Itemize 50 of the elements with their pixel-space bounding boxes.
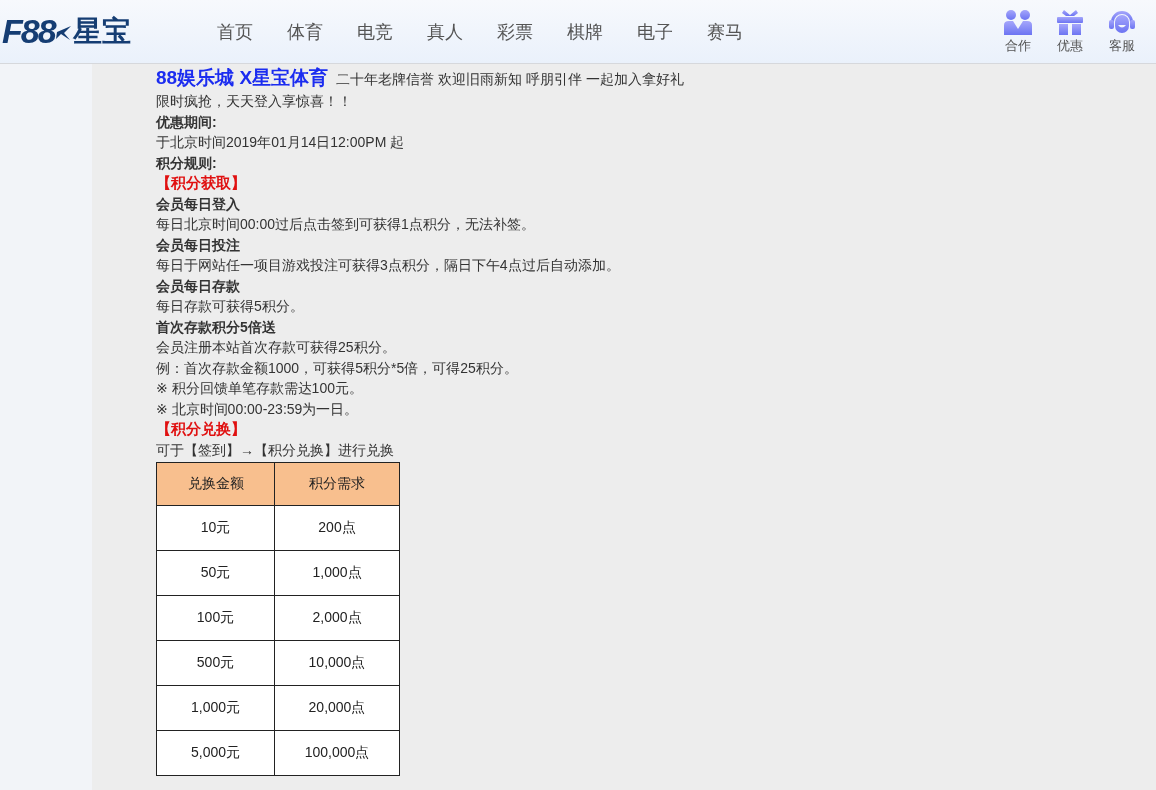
table-cell: 10元 (156, 505, 275, 551)
section-heading: 【积分获取】 (156, 173, 247, 193)
nav-link[interactable]: 真人 (410, 19, 480, 44)
body-text: 每日于网站任一项目游戏投注可获得3点积分，隔日下午4点过后自动添加。 (156, 256, 621, 275)
promo-title: 88娱乐城 X星宝体育 (156, 66, 329, 90)
gift-icon (1056, 8, 1084, 35)
people-icon (1003, 8, 1033, 35)
body-text: 会员注册本站首次存款可获得25积分。 (156, 338, 397, 357)
body-text: ※ 积分回馈单笔存款需达100元。 (156, 379, 364, 398)
nav-link[interactable]: 电竞 (340, 19, 410, 44)
rule-heading: 会员每日投注 (156, 235, 241, 255)
promo-tagline: 二十年老牌信誉 欢迎旧雨新知 呼朋引伴 一起加入拿好礼 (336, 70, 684, 89)
rule-heading: 优惠期间: (156, 112, 218, 132)
rule-heading: 会员每日存款 (156, 276, 241, 296)
nav-link[interactable]: 彩票 (480, 19, 550, 44)
header-action[interactable]: 合作 (1000, 8, 1036, 55)
nav-link[interactable]: 首页 (200, 19, 270, 44)
table-cell: 200点 (274, 505, 400, 551)
table-cell: 20,000点 (274, 685, 400, 731)
logo-name: 星宝 (72, 13, 131, 49)
nav-link[interactable]: 棋牌 (550, 19, 620, 44)
table-cell: 500元 (156, 640, 275, 686)
nav-link[interactable]: 赛马 (690, 19, 760, 44)
body-text: 每日存款可获得5积分。 (156, 297, 305, 316)
nav-link[interactable]: 电子 (620, 19, 690, 44)
body-text: 每日北京时间00:00过后点击签到可获得1点积分，无法补签。 (156, 215, 536, 234)
rule-heading: 会员每日登入 (156, 194, 241, 214)
table-cell: 1,000元 (156, 685, 275, 731)
nav-link[interactable]: 体育 (270, 19, 340, 44)
header-action[interactable]: 客服 (1104, 8, 1140, 55)
header-action[interactable]: 优惠 (1052, 8, 1088, 55)
body-text: ※ 北京时间00:00-23:59为一日。 (156, 399, 360, 419)
table-cell: 2,000点 (274, 595, 400, 641)
rule-heading: 首次存款积分5倍送 (156, 317, 277, 337)
column-header: 兑换金额 (156, 462, 275, 506)
body-text: 可于【签到】→【积分兑换】进行兑换 (156, 440, 395, 460)
headset-icon (1108, 8, 1136, 35)
body-text: 限时疯抢，天天登入享惊喜！！ (156, 92, 353, 111)
table-cell: 100元 (156, 595, 275, 641)
body-text: 例：首次存款金额1000，可获得5积分*5倍，可得25积分。 (156, 358, 519, 378)
body-text: 于北京时间2019年01月14日12:00PM 起 (156, 133, 406, 152)
section-heading: 【积分兑换】 (156, 419, 247, 439)
table-cell: 10,000点 (274, 640, 400, 686)
column-header: 积分需求 (274, 462, 400, 506)
logo-brand: F88 (2, 12, 55, 51)
table-cell: 100,000点 (274, 730, 400, 776)
table-cell: 50元 (156, 550, 275, 596)
rule-heading: 积分规则: (156, 153, 218, 173)
table-cell: 1,000点 (274, 550, 400, 596)
table-cell: 5,000元 (156, 730, 275, 776)
